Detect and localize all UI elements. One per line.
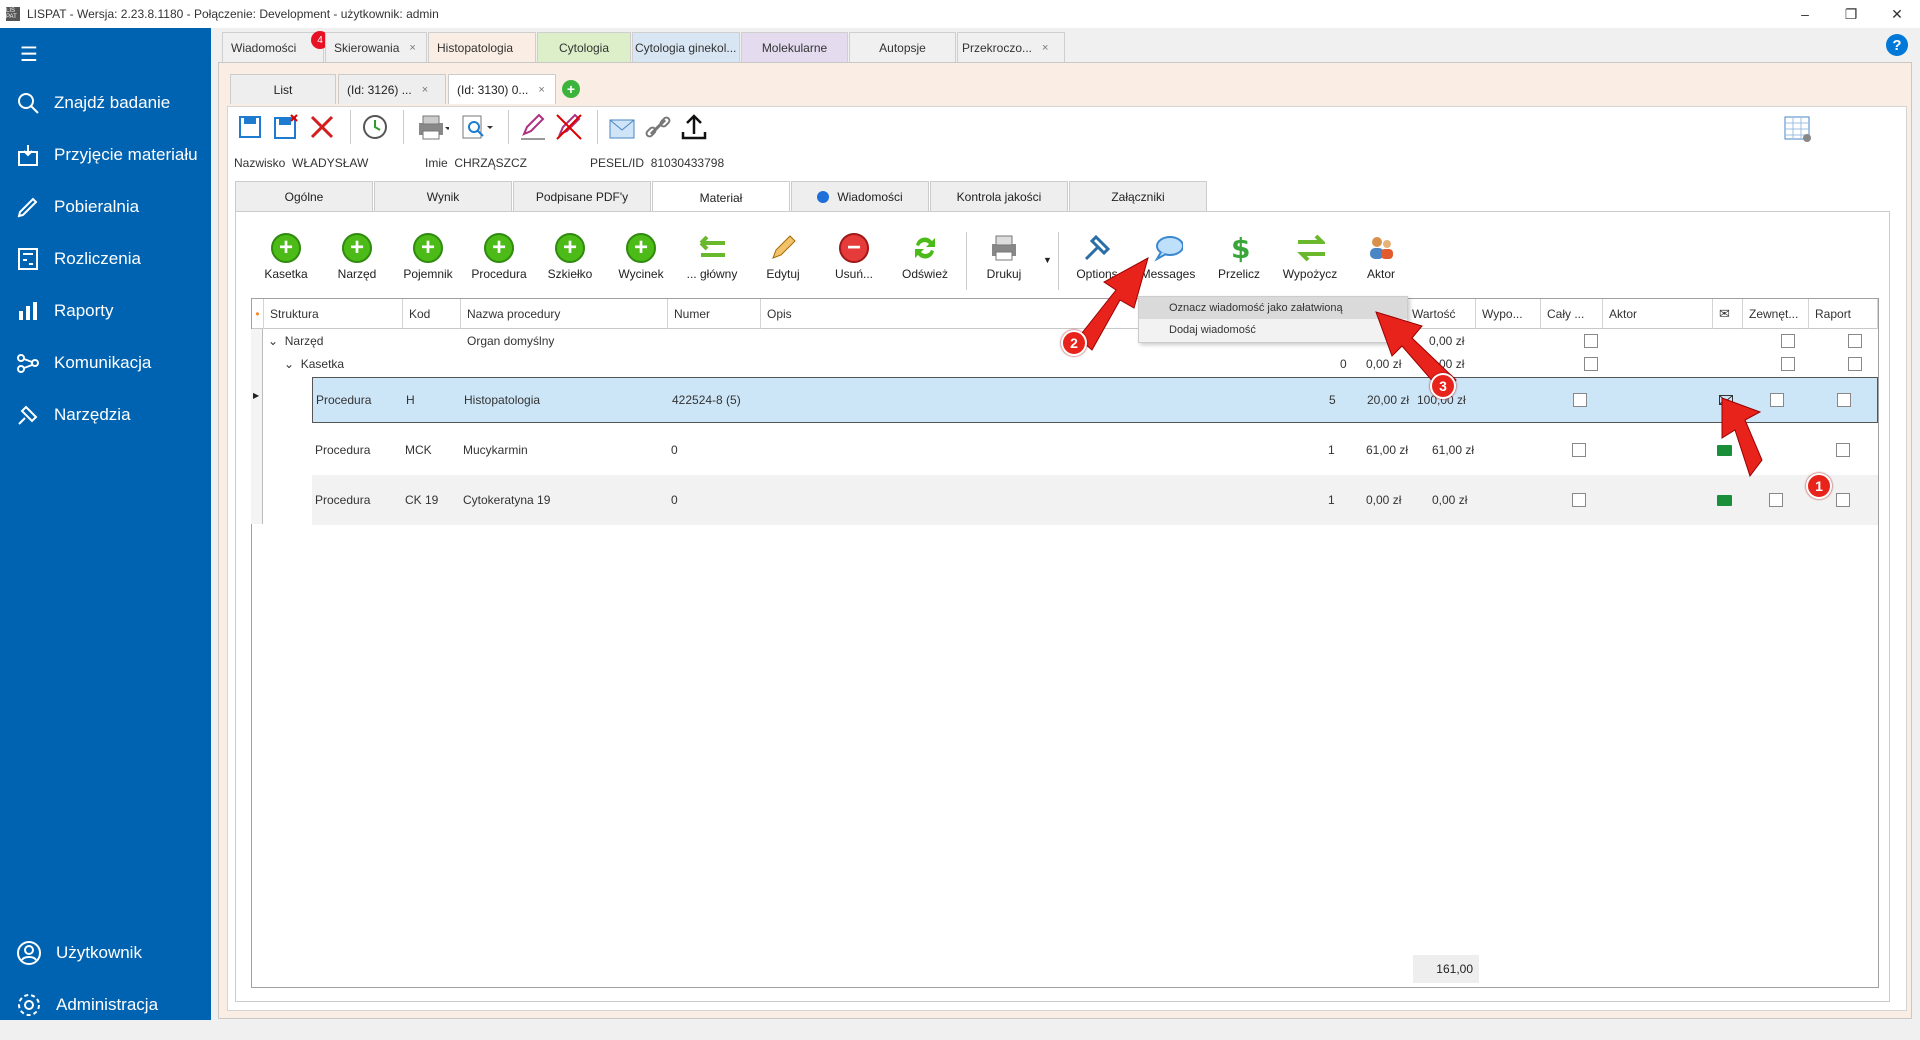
- annotation-marker-1: 1: [1806, 473, 1832, 499]
- annotation-marker-3: 3: [1430, 373, 1456, 399]
- annotation-marker-2: 2: [1061, 330, 1087, 356]
- annotation-arrows: [1077, 256, 1763, 478]
